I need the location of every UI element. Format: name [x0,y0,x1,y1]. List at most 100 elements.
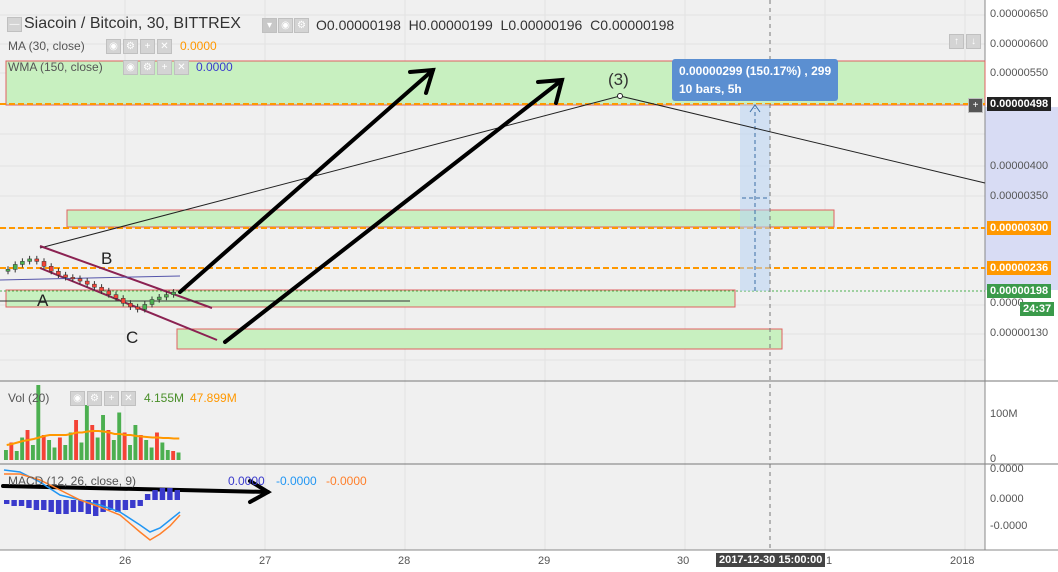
macd-hist-bar [167,488,173,500]
vol-axis-tick: 100M [990,408,1018,420]
wma-label[interactable]: WMA (150, close) [8,60,103,74]
vol-ma-value: 47.899M [190,391,237,405]
open-label: O [316,17,327,33]
volume-bar-up [111,440,116,460]
scroll-down-icon[interactable]: ↓ [966,34,981,49]
vol-eye-icon[interactable]: ◉ [70,391,85,406]
volume-bar-up [4,450,8,460]
resistance-zone-300[interactable] [66,209,835,228]
wma-plus-icon[interactable]: + [157,60,172,75]
candle-up [149,299,155,305]
macd-axis-tick: 0.0000 [990,463,1024,475]
wave3-point[interactable] [617,93,623,99]
high-value: 0.00000199 [418,17,493,33]
volume-bar-up [176,452,181,460]
macd-hist-bar [41,500,47,510]
macd-hist-bar [122,500,129,510]
macd-value-2: -0.0000 [276,474,317,488]
chevron-down-icon[interactable]: ▾ [262,18,277,33]
ma-label[interactable]: MA (30, close) [8,39,85,53]
candle-down [77,278,83,282]
support-zone-130[interactable] [176,328,783,350]
candle-down [135,306,140,310]
vol-label[interactable]: Vol (20) [8,391,49,405]
wma-close-icon[interactable]: ✕ [174,60,189,75]
macd-hist-bar [130,500,136,508]
macd-hist-bar [78,500,84,512]
price-tick: 0.00000600 [990,38,1049,50]
candle-down [34,258,40,262]
volume-bar-up [79,442,84,460]
ma-eye-icon[interactable]: ◉ [106,39,121,54]
macd-value-1: 0.0000 [228,474,265,488]
macd-hist-bar [55,500,62,514]
macd-hist-bar [63,500,69,514]
vol-gear-icon[interactable]: ⚙ [87,391,102,406]
macd-hist-bar [159,488,166,500]
chart-canvas[interactable] [0,0,1058,572]
ma-plus-icon[interactable]: + [140,39,155,54]
macd-label[interactable]: MACD (12, 26, close, 9) [8,474,136,488]
volume-bar-up [30,445,35,460]
price-tag-current: 0.00000198 [987,284,1052,298]
price-tag-236: 0.00000236 [987,261,1052,275]
time-tick: 29 [538,555,551,567]
vol-close-icon[interactable]: ✕ [121,391,136,406]
gear-icon[interactable]: ⚙ [294,18,309,33]
price-tag-498: 0.00000498 [987,97,1052,111]
collapse-icon[interactable]: — [7,17,22,32]
add-level-icon[interactable]: + [968,98,983,113]
ma-gear-icon[interactable]: ⚙ [123,39,138,54]
candle-down [120,298,126,304]
price-tick: 0.00000130 [990,327,1049,339]
macd-hist-bar [70,500,77,512]
label-c: C [126,328,139,347]
volume-bar-up [101,415,105,460]
price-tick: 0.00000400 [990,160,1049,172]
time-axis-bg [0,550,1058,572]
candle-up [171,291,176,295]
volume-bar-up [133,425,138,460]
volume-bar-up [165,450,170,460]
ma-close-icon[interactable]: ✕ [157,39,172,54]
time-tick: 28 [398,555,411,567]
wma-eye-icon[interactable]: ◉ [123,60,138,75]
eye-icon[interactable]: ◉ [278,18,293,33]
macd-hist-bar [144,494,151,500]
candle-up [5,269,11,272]
macd-hist-bar [4,500,10,504]
time-tick-partial: 1 [826,555,833,567]
ma-value: 0.0000 [180,39,217,53]
tooltip-line2: 10 bars, 5h [679,82,742,96]
candle-up [12,264,18,270]
volume-bar-up [149,447,154,460]
candle-down [84,280,90,285]
wave3-label: (3) [608,70,629,89]
macd-value-3: -0.0000 [326,474,367,488]
candle-up [20,261,25,265]
volume-bar-up [14,451,19,460]
macd-hist-bar [174,490,180,500]
candle-up [27,258,32,262]
chart-title: Siacoin / Bitcoin, 30, BITTREX [24,15,241,32]
wma-gear-icon[interactable]: ⚙ [140,60,155,75]
candle-down [99,286,104,292]
price-tag-300: 0.00000300 [987,221,1052,235]
candle-up [164,294,169,298]
vol-plus-icon[interactable]: + [104,391,119,406]
macd-hist-bar [152,490,158,500]
macd-hist-bar [137,500,143,506]
label-a: A [37,291,49,310]
vol-value: 4.155M [144,391,185,405]
candle-down [70,277,76,280]
volume-bar-up [144,440,149,460]
wma-value: 0.0000 [196,60,233,74]
volume-bar-up [63,445,68,460]
open-value: 0.00000198 [326,17,401,33]
volume-bar-down [57,437,62,460]
close-value: 0.00000198 [600,17,675,33]
volume-bar-down [25,430,30,460]
countdown-tag: 24:37 [1020,302,1055,316]
time-tick: 2018 [950,555,975,567]
scroll-up-icon[interactable]: ↑ [949,34,964,49]
